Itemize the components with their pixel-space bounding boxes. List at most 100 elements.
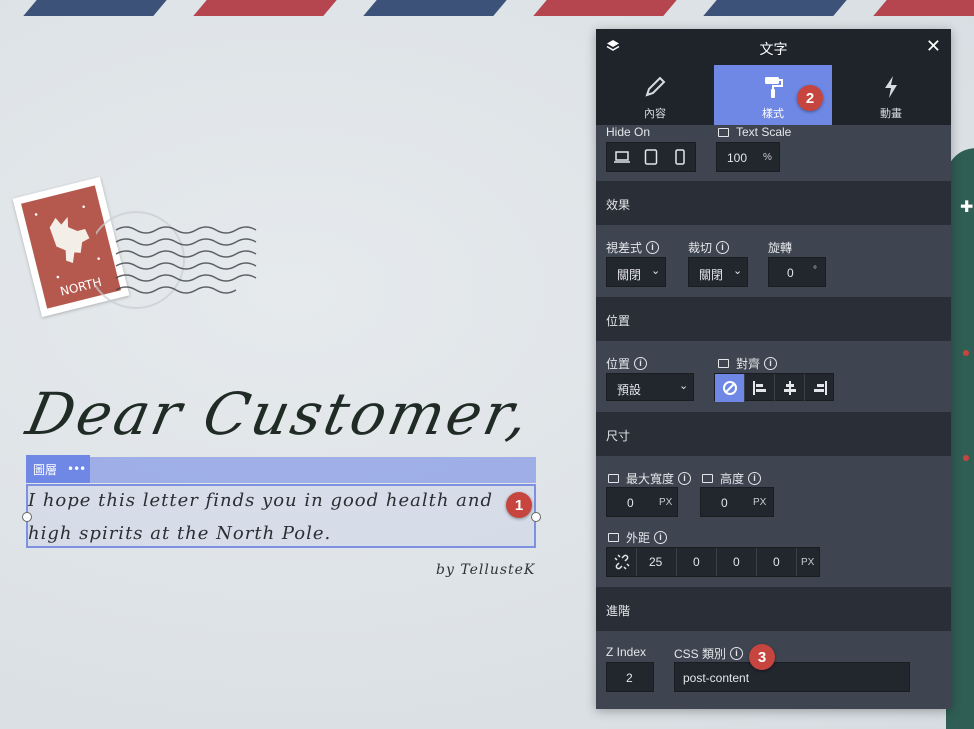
info-icon[interactable]: i — [678, 472, 692, 485]
info-icon[interactable]: i — [730, 647, 744, 660]
position-select[interactable]: 預設 ⌄ — [606, 373, 694, 401]
info-icon[interactable]: i — [634, 357, 648, 370]
margin-label-wrap: 外距 i — [608, 529, 668, 546]
align-center-button[interactable] — [775, 374, 805, 402]
height-label-wrap: 高度 i — [702, 470, 762, 487]
parallax-label-wrap: 視差式 i — [606, 239, 660, 256]
tab-animation[interactable]: 動畫 — [832, 65, 950, 125]
section-title: 尺寸 — [606, 429, 631, 443]
desktop-icon — [608, 474, 619, 483]
panel-header: 文字 ✕ — [596, 29, 951, 65]
desktop-icon — [608, 533, 619, 542]
laptop-icon[interactable] — [614, 150, 630, 164]
resize-handle-right[interactable] — [531, 512, 541, 522]
resize-handle-left[interactable] — [22, 512, 32, 522]
section-title: 位置 — [606, 314, 631, 328]
lightning-icon — [885, 76, 897, 98]
clip-label-wrap: 裁切 i — [688, 239, 730, 256]
desktop-icon — [718, 359, 729, 368]
tablet-icon[interactable] — [644, 149, 658, 165]
step-badge-2: 2 — [797, 85, 823, 111]
text-scale-label-wrap: Text Scale — [718, 125, 791, 139]
rotate-unit: ° — [813, 265, 817, 276]
parallax-value: 關閉 — [617, 268, 642, 282]
ban-icon — [723, 381, 737, 395]
text-scale-unit: % — [763, 152, 772, 163]
clip-value: 關閉 — [699, 268, 724, 282]
margin-top-input[interactable]: 25 — [637, 548, 677, 576]
align-left-button[interactable] — [745, 374, 775, 402]
postmark-icon — [96, 211, 257, 309]
section-title: 進階 — [606, 604, 631, 618]
height-unit: PX — [753, 497, 767, 508]
tab-content[interactable]: 內容 — [596, 65, 714, 125]
paint-roller-icon — [765, 77, 783, 98]
step-badge-1: 1 — [506, 492, 532, 518]
margin-right-input[interactable]: 0 — [677, 548, 717, 576]
section-advanced[interactable]: 進階 — [596, 587, 951, 631]
close-icon[interactable]: ✕ — [926, 36, 941, 57]
text-scale-input[interactable]: 100 % — [716, 142, 780, 172]
clip-label: 裁切 — [688, 241, 713, 255]
rotate-value: 0 — [787, 266, 794, 280]
panel-title: 文字 — [759, 41, 788, 57]
max-width-label-wrap: 最大寬度 i — [608, 470, 692, 487]
css-class-label: CSS 類別 — [674, 647, 727, 661]
step-badge-3: 3 — [749, 644, 775, 670]
margin-group: 25 0 0 0 PX — [606, 547, 820, 577]
align-group — [714, 373, 835, 402]
pencil-icon — [645, 76, 666, 97]
align-center-icon — [784, 381, 796, 395]
css-class-value: post-content — [683, 671, 750, 685]
info-icon[interactable]: i — [748, 472, 762, 485]
link-margin-button[interactable] — [607, 548, 637, 576]
body-line: high spirits at the North Pole. — [28, 523, 332, 544]
position-label: 位置 — [606, 357, 631, 371]
info-icon[interactable]: i — [654, 531, 668, 544]
section-position[interactable]: 位置 — [596, 297, 951, 341]
align-right-button[interactable] — [805, 374, 835, 402]
info-icon[interactable]: i — [764, 357, 778, 370]
unlink-icon — [614, 554, 630, 570]
max-width-input[interactable]: 0 PX — [606, 487, 678, 517]
chevron-down-icon: ⌄ — [733, 265, 743, 277]
text-scale-label: Text Scale — [736, 125, 792, 139]
margin-left-value: 0 — [773, 555, 780, 569]
more-options-icon[interactable]: ••• — [67, 462, 86, 476]
parallax-select[interactable]: 關閉 ⌄ — [606, 257, 666, 287]
clip-select[interactable]: 關閉 ⌄ — [688, 257, 748, 287]
airmail-border — [0, 0, 974, 16]
margin-right-value: 0 — [693, 555, 700, 569]
css-class-label-wrap: CSS 類別 i — [674, 645, 744, 662]
body-line: I hope this letter finds you in good hea… — [28, 490, 494, 511]
z-index-label: Z Index — [606, 645, 647, 659]
selection-toolbar — [26, 457, 536, 483]
margin-left-input[interactable]: 0 — [757, 548, 797, 576]
align-left-icon — [753, 381, 766, 395]
height-label: 高度 — [720, 472, 745, 486]
css-class-input[interactable]: post-content — [674, 662, 910, 692]
margin-bottom-input[interactable]: 0 — [717, 548, 757, 576]
align-none-button[interactable] — [715, 374, 745, 402]
section-effects[interactable]: 效果 — [596, 181, 951, 225]
section-size[interactable]: 尺寸 — [596, 412, 951, 456]
align-label: 對齊 — [736, 357, 761, 371]
position-value: 預設 — [617, 383, 642, 397]
properties-panel: 文字 ✕ 內容 樣式 動畫 2 Hide On Text Scale 100 %… — [596, 29, 951, 709]
z-index-value: 2 — [626, 671, 633, 685]
tab-label: 內容 — [644, 108, 666, 120]
letter-body[interactable]: I hope this letter finds you in good hea… — [28, 484, 528, 550]
z-index-input[interactable]: 2 — [606, 662, 654, 692]
position-label-wrap: 位置 i — [606, 355, 648, 372]
height-value: 0 — [721, 496, 728, 510]
layer-tab[interactable]: 圖層 ••• — [26, 455, 90, 483]
max-width-unit: PX — [659, 497, 673, 508]
max-width-value: 0 — [627, 496, 634, 510]
mobile-icon[interactable] — [674, 149, 686, 165]
text-scale-value: 100 — [727, 151, 748, 165]
info-icon[interactable]: i — [716, 241, 730, 254]
rotate-input[interactable]: 0 ° — [768, 257, 826, 287]
height-input[interactable]: 0 PX — [700, 487, 774, 517]
info-icon[interactable]: i — [646, 241, 660, 254]
letter-heading[interactable]: Dear Customer, — [21, 380, 538, 448]
